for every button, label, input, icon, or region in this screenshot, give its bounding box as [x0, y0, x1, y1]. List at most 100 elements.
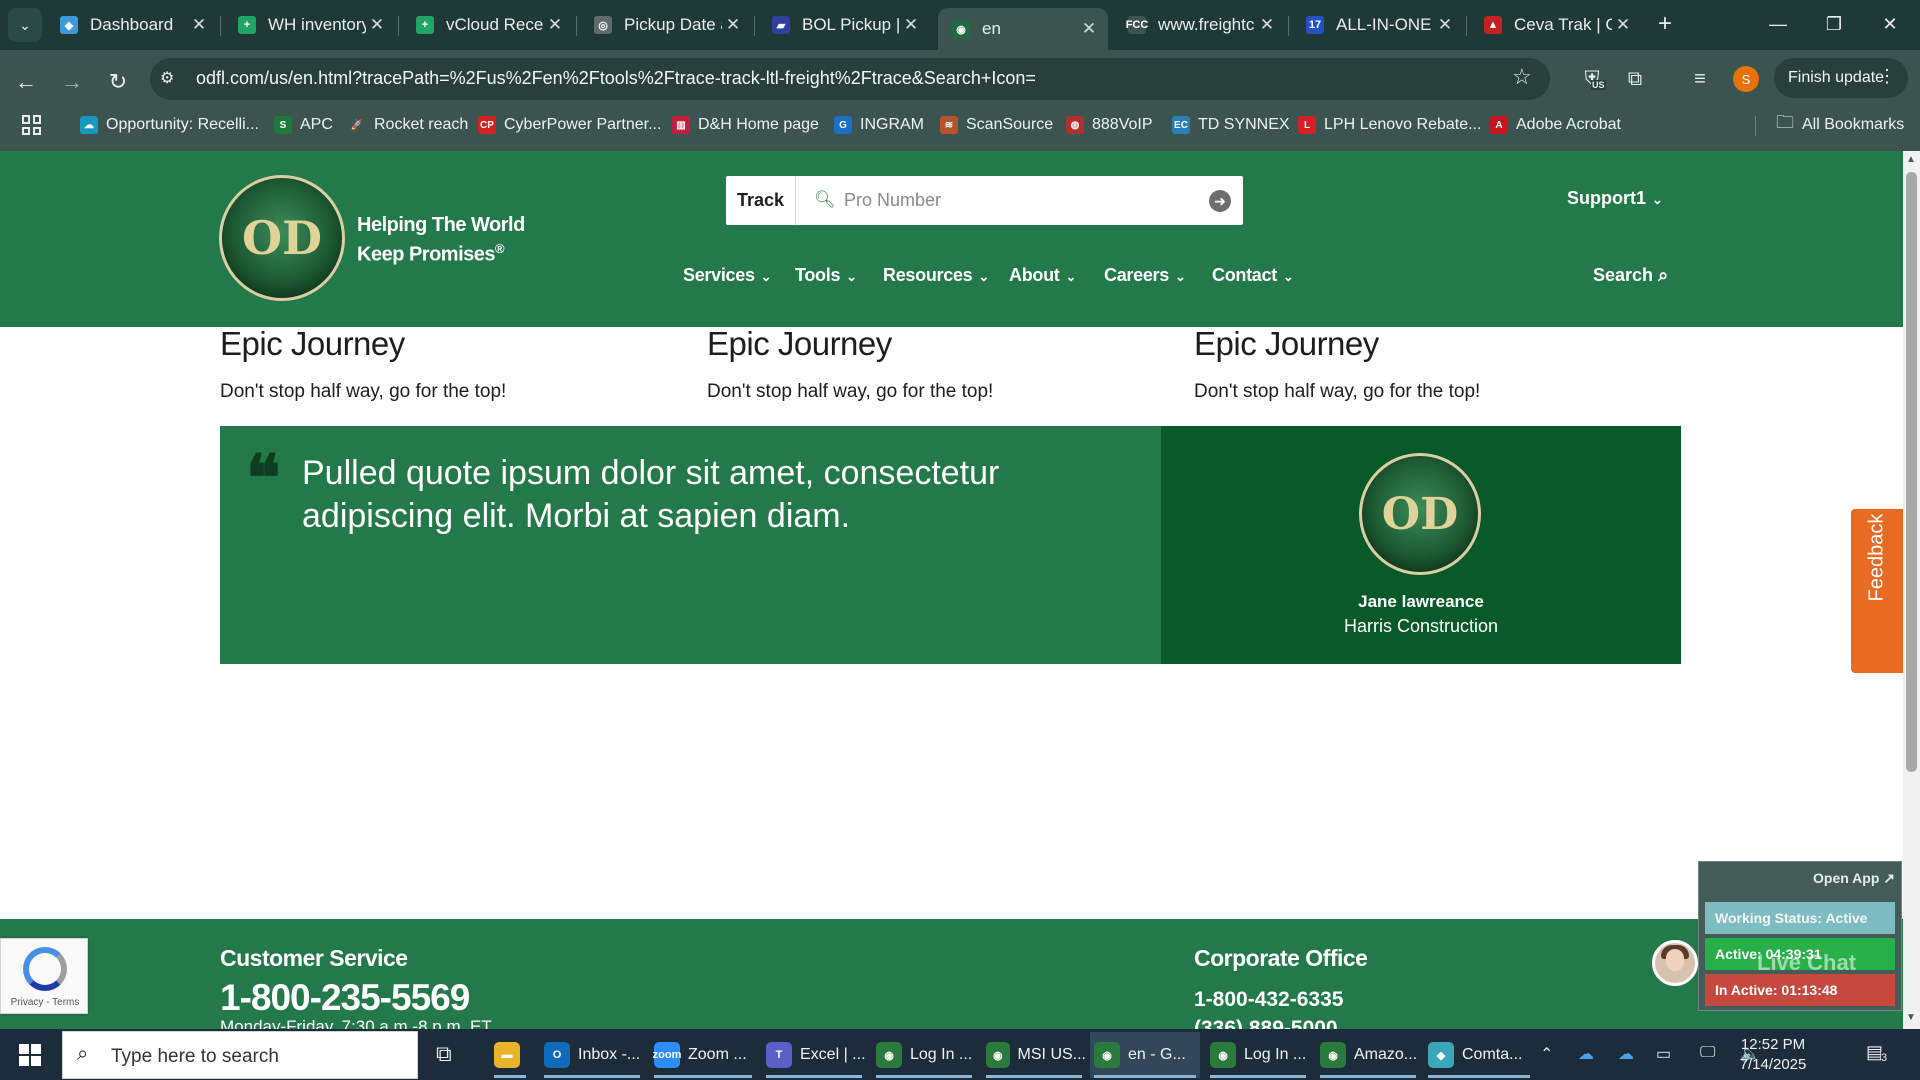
- taskbar-app[interactable]: zoom Zoom ...: [650, 1032, 756, 1078]
- corporate-phone-2[interactable]: (336) 889-5000: [1194, 1017, 1338, 1029]
- bookmark-item[interactable]: L LPH Lenovo Rebate...: [1298, 113, 1481, 137]
- onedrive-icon[interactable]: ☁: [1578, 1044, 1594, 1064]
- tray-overflow-chevron-icon[interactable]: ⌃: [1540, 1044, 1553, 1064]
- extensions-puzzle-icon[interactable]: ⧉: [1620, 64, 1650, 94]
- customer-service-phone[interactable]: 1-800-235-5569: [220, 977, 470, 1019]
- close-tab-icon[interactable]: ✕: [188, 15, 210, 35]
- taskbar-app[interactable]: T Excel | ...: [762, 1032, 866, 1078]
- bookmark-item[interactable]: ◍ 888VoIP: [1066, 113, 1153, 137]
- bookmark-item[interactable]: ☁ Opportunity: Recelli...: [80, 113, 259, 137]
- taskbar-app[interactable]: ◆ Comta...: [1424, 1032, 1534, 1078]
- browser-tab[interactable]: ▰ BOL Pickup | ✕: [758, 6, 930, 44]
- nav-tools[interactable]: Tools ⌄: [795, 265, 857, 286]
- nav-careers[interactable]: Careers ⌄: [1104, 265, 1186, 286]
- minimize-button[interactable]: —: [1750, 0, 1806, 48]
- new-tab-button[interactable]: +: [1650, 8, 1680, 42]
- scroll-down-arrow-icon[interactable]: ▼: [1906, 1012, 1916, 1023]
- pro-number-input[interactable]: [844, 184, 1204, 216]
- nav-search[interactable]: Search ⌕: [1593, 265, 1668, 286]
- running-indicator: [986, 1075, 1082, 1078]
- close-tab-icon[interactable]: ✕: [1078, 19, 1100, 39]
- odfl-logo[interactable]: OD: [219, 175, 345, 301]
- task-view-icon[interactable]: ⧉: [436, 1041, 452, 1067]
- tab-title: www.freightc: [1158, 15, 1255, 34]
- support-dropdown[interactable]: Support1 ⌄: [1567, 188, 1663, 209]
- bookmark-item[interactable]: A Adobe Acrobat: [1490, 113, 1621, 137]
- recaptcha-badge[interactable]: Privacy - Terms: [0, 938, 88, 1014]
- bookmark-item[interactable]: ▥ D&H Home page: [672, 113, 819, 137]
- finish-update-button[interactable]: Finish update ⋮: [1774, 58, 1908, 98]
- taskbar-app[interactable]: ◉ Log In ...: [1206, 1032, 1310, 1078]
- browser-tab[interactable]: FCC www.freightc ✕: [1114, 6, 1286, 44]
- live-chat-label[interactable]: Live Chat: [1757, 950, 1856, 976]
- taskbar-search[interactable]: ⌕ Type here to search: [62, 1031, 418, 1079]
- nav-resources[interactable]: Resources ⌄: [883, 265, 989, 286]
- logo-monogram: OD: [1381, 488, 1459, 540]
- taskbar-app[interactable]: ▬: [490, 1032, 530, 1078]
- browser-tab[interactable]: ◎ Pickup Date a ✕: [580, 6, 752, 44]
- tab-title: Ceva Trak | C: [1514, 15, 1612, 34]
- tab-search-button[interactable]: ⌄: [8, 8, 42, 42]
- browser-tab[interactable]: ▲ Ceva Trak | C ✕: [1470, 6, 1642, 44]
- nav-services[interactable]: Services ⌄: [683, 265, 772, 286]
- bookmark-star-icon[interactable]: ☆: [1512, 64, 1532, 90]
- close-tab-icon[interactable]: ✕: [1612, 15, 1634, 35]
- scroll-thumb[interactable]: [1906, 172, 1917, 772]
- live-chat-avatar[interactable]: [1652, 940, 1698, 986]
- network-icon[interactable]: 🖵: [1700, 1044, 1715, 1062]
- bookmark-item[interactable]: G INGRAM: [834, 113, 924, 137]
- site-info-icon[interactable]: ⚙: [160, 68, 182, 90]
- track-submit-arrow-icon[interactable]: ➜: [1209, 190, 1231, 212]
- nav-label: Tools: [795, 265, 841, 285]
- close-tab-icon[interactable]: ✕: [1434, 15, 1456, 35]
- taskbar-app-label: Zoom ...: [688, 1046, 747, 1063]
- all-bookmarks[interactable]: 🗀 All Bookmarks: [1776, 112, 1904, 137]
- close-tab-icon[interactable]: ✕: [900, 15, 922, 35]
- taskbar-app[interactable]: ◉ Amazo...: [1316, 1032, 1420, 1078]
- browser-tab[interactable]: + WH inventory ✕: [224, 6, 396, 44]
- onedrive-business-icon[interactable]: ☁: [1618, 1044, 1634, 1064]
- close-tab-icon[interactable]: ✕: [544, 15, 566, 35]
- bookmark-item[interactable]: EC TD SYNNEX: [1172, 113, 1290, 137]
- bookmark-item[interactable]: CP CyberPower Partner...: [478, 113, 661, 137]
- close-tab-icon[interactable]: ✕: [722, 15, 744, 35]
- browser-tab[interactable]: ◉ en ✕: [938, 8, 1108, 50]
- battery-icon[interactable]: ▭: [1656, 1044, 1671, 1064]
- notification-center-icon[interactable]: ▤ 3: [1866, 1042, 1892, 1066]
- browser-tab[interactable]: ◆ Dashboard ✕: [46, 6, 218, 44]
- bookmark-item[interactable]: 🚀 Rocket reach: [348, 113, 468, 137]
- more-vert-icon[interactable]: ⋮: [1878, 66, 1896, 87]
- browser-tab[interactable]: + vCloud Recei ✕: [402, 6, 574, 44]
- taskbar-app[interactable]: ◉ en - G...: [1090, 1032, 1200, 1078]
- journey-text: Don't stop half way, go for the top!: [1194, 381, 1481, 402]
- reload-button[interactable]: ↻: [100, 64, 136, 100]
- taskbar-app[interactable]: O Inbox -...: [540, 1032, 644, 1078]
- scroll-up-arrow-icon[interactable]: ▲: [1906, 154, 1916, 165]
- forward-button[interactable]: →: [54, 64, 90, 100]
- bookmark-item[interactable]: ≋ ScanSource: [940, 113, 1053, 137]
- apps-grid-icon[interactable]: [22, 115, 42, 135]
- taskbar-app[interactable]: ◉ Log In ...: [872, 1032, 976, 1078]
- system-clock[interactable]: 12:52 PM 7/14/2025: [1720, 1035, 1826, 1075]
- close-tab-icon[interactable]: ✕: [366, 15, 388, 35]
- nav-contact[interactable]: Contact ⌄: [1212, 265, 1294, 286]
- chevron-down-icon: ⌄: [1174, 269, 1186, 284]
- windows-start-button[interactable]: [10, 1039, 50, 1071]
- url-text[interactable]: odfl.com/us/en.html?tracePath=%2Fus%2Fen…: [196, 68, 1036, 89]
- taskbar-app[interactable]: ◉ MSI US...: [982, 1032, 1086, 1078]
- corporate-phone-1[interactable]: 1-800-432-6335: [1194, 988, 1343, 1012]
- restore-button[interactable]: ❐: [1806, 0, 1862, 48]
- browser-tab[interactable]: 17 ALL-IN-ONE ✕: [1292, 6, 1464, 44]
- bookmark-item[interactable]: S APC: [274, 113, 333, 137]
- open-app-link[interactable]: Open App ↗: [1813, 870, 1895, 887]
- close-window-button[interactable]: ✕: [1862, 0, 1918, 48]
- close-tab-icon[interactable]: ✕: [1256, 15, 1278, 35]
- media-control-icon[interactable]: ≡: [1685, 64, 1715, 94]
- tagline: Helping The World Keep Promises®: [357, 213, 525, 267]
- nav-about[interactable]: About ⌄: [1009, 265, 1076, 286]
- feedback-tab[interactable]: Feedback: [1851, 509, 1903, 673]
- recaptcha-links[interactable]: Privacy - Terms: [1, 997, 89, 1008]
- vpn-extension-icon[interactable]: ⛨ US: [1577, 64, 1607, 94]
- back-button[interactable]: ←: [8, 64, 44, 100]
- profile-avatar[interactable]: S: [1733, 66, 1759, 92]
